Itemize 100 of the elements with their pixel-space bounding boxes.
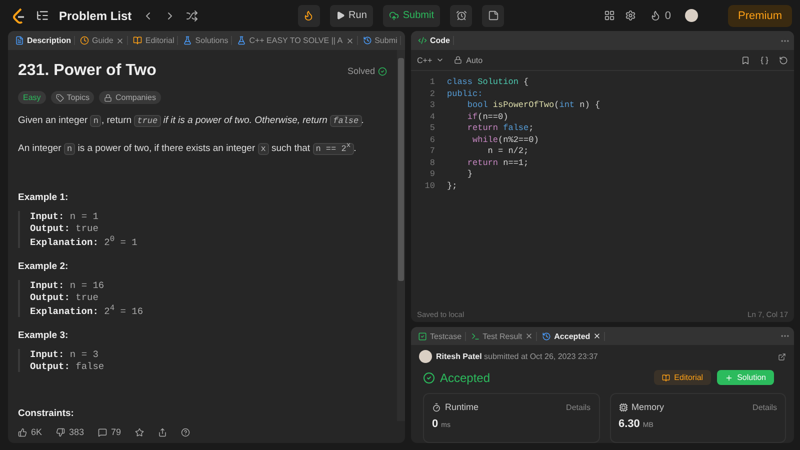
book-icon: [662, 374, 670, 382]
code-line: 1 class Solution {: [428, 77, 530, 88]
checkbox-icon: [418, 332, 427, 340]
thumbs-down-icon: [56, 428, 66, 436]
shuffle-icon[interactable]: [186, 10, 198, 22]
flame-icon: [650, 10, 661, 21]
submission-info: Ritesh Patel submitted at Oct 26, 2023 23:37: [436, 352, 598, 361]
code-line: 10 };: [424, 180, 458, 192]
submit-button[interactable]: Submit: [382, 4, 440, 26]
tag-icon: [56, 94, 64, 102]
code-line: 7 n = n/2;: [428, 146, 530, 158]
list-icon[interactable]: [36, 9, 49, 22]
mode-label: Auto: [454, 56, 483, 64]
lock-icon: [104, 94, 112, 102]
panel-tab[interactable]: Description: [12, 36, 76, 45]
document-icon: [15, 36, 24, 45]
accepted-verdict: Accepted: [423, 370, 490, 384]
example-line: Output: true: [30, 222, 100, 234]
stat-label: Memory: [618, 402, 664, 412]
book-icon: [133, 36, 142, 45]
play-icon: [336, 11, 345, 20]
clock-icon: [80, 36, 90, 45]
stat-label: Runtime: [432, 402, 479, 412]
layout-icon[interactable]: [604, 10, 615, 21]
panel-tab[interactable]: Editorial: [130, 36, 178, 45]
chip-icon: [618, 402, 628, 412]
code-line: 4 if(n==0): [428, 112, 510, 123]
bookmark-icon[interactable]: [741, 56, 750, 64]
history-icon: [362, 36, 372, 45]
logo-icon[interactable]: [12, 8, 26, 24]
format-icon[interactable]: [760, 56, 769, 64]
lock-icon: [454, 56, 462, 64]
like-button[interactable]: 6K: [18, 427, 42, 437]
editorial-button[interactable]: Editorial: [654, 370, 712, 385]
companies-tag[interactable]: Companies: [99, 91, 161, 104]
details-link[interactable]: Details: [752, 402, 777, 412]
language-dropdown[interactable]: C++: [417, 56, 444, 64]
problem-paragraph: Given an integer n , return true if it is a power of two. Otherwise, return false .: [18, 114, 366, 129]
share-icon[interactable]: [778, 352, 786, 360]
run-button[interactable]: Run: [330, 4, 373, 26]
share-icon[interactable]: [158, 428, 168, 436]
star-icon[interactable]: [135, 428, 144, 436]
cloud-upload-icon: [388, 10, 399, 20]
check-circle-icon: [423, 372, 435, 384]
panel-tab[interactable]: Code: [415, 36, 454, 45]
premium-button[interactable]: Premium: [728, 4, 792, 26]
example-line: Input: n = 16: [30, 280, 106, 291]
flask-icon: [183, 36, 192, 45]
panel-tab[interactable]: C++ EASY TO SOLVE || A: [234, 36, 358, 45]
history-icon: [542, 332, 552, 340]
streak-button[interactable]: 0: [646, 4, 675, 26]
debug-button[interactable]: [298, 4, 320, 26]
example-line: Output: false: [30, 361, 106, 372]
reset-icon[interactable]: [779, 56, 788, 64]
panel-tab[interactable]: Solutions: [180, 36, 232, 45]
panel-tab[interactable]: Guide: [77, 36, 128, 45]
example-title: Example 3:: [18, 330, 70, 342]
comments-button[interactable]: 79: [98, 427, 122, 437]
topics-tag[interactable]: Topics: [50, 91, 94, 104]
code-line: 9 }: [428, 169, 474, 180]
panel-tab[interactable]: Accepted: [539, 332, 606, 340]
scrollbar[interactable]: [397, 50, 405, 421]
terminal-icon: [470, 332, 480, 340]
timer-button[interactable]: [450, 4, 472, 26]
timer-icon: [432, 402, 441, 412]
notes-button[interactable]: [482, 4, 504, 26]
example-title: Example 2:: [18, 260, 70, 272]
difficulty-tag: Easy: [18, 91, 46, 104]
problem-list-link[interactable]: Problem List: [59, 8, 132, 22]
close-icon[interactable]: [525, 332, 534, 340]
details-link[interactable]: Details: [566, 402, 590, 412]
example-line: Input: n = 1: [30, 210, 100, 222]
avatar[interactable]: [684, 9, 698, 22]
solved-status: Solved: [347, 66, 387, 76]
flask-icon: [237, 36, 246, 45]
close-icon[interactable]: [116, 36, 124, 44]
code-line: 2 public:: [428, 88, 484, 100]
plus-icon: [725, 374, 734, 382]
problem-title: 231. Power of Two: [18, 62, 156, 80]
chevron-down-icon: [436, 56, 444, 64]
comment-icon: [98, 428, 108, 436]
code-line: 6 while(n%2==0): [428, 134, 540, 146]
example-title: Example 1:: [18, 192, 70, 203]
panel-tab[interactable]: Testcase: [415, 332, 466, 340]
avatar: [419, 350, 432, 363]
settings-icon[interactable]: [624, 10, 636, 21]
panel-tab[interactable]: Test Result: [468, 332, 538, 340]
example-line: Explanation: 2$^{4}$ = 16: [30, 304, 144, 318]
example-line: Explanation: 2$^{0}$ = 1: [30, 234, 138, 248]
help-icon[interactable]: [181, 428, 190, 436]
close-icon[interactable]: [593, 332, 602, 340]
constraints-title: Constraints:: [18, 408, 75, 420]
close-icon[interactable]: [346, 36, 354, 44]
dislike-button[interactable]: 383: [56, 427, 84, 437]
thumbs-up-icon: [18, 428, 27, 436]
note-icon: [488, 10, 499, 21]
problem-paragraph: An integer n is a power of two, if there exists an integer x such that n == 2$^{x}$ .: [18, 141, 358, 157]
code-line: 5 return false;: [428, 123, 535, 134]
code-line: 8 return n==1;: [428, 158, 530, 169]
panel-tab[interactable]: Submi: [360, 36, 402, 45]
